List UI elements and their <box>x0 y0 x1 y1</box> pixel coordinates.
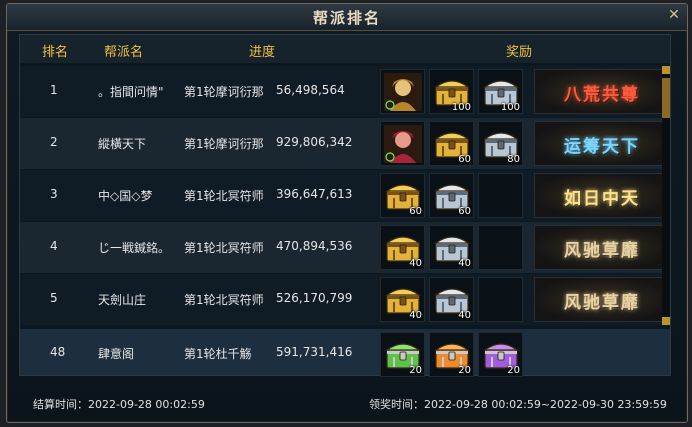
table-row[interactable]: 5 天劍山庄 第1轮北冥符师 526,170,799 40 40 风驰草靡 <box>20 274 662 325</box>
reward-quantity: 100 <box>451 102 471 113</box>
rank-cell: 3 <box>50 187 58 201</box>
claim-time: 领奖时间：2022-09-28 00:02:59~2022-09-30 23:5… <box>369 398 667 411</box>
reward-slot[interactable]: 80 <box>478 121 523 166</box>
scroll-down-icon[interactable] <box>662 317 670 325</box>
title-reward-banner[interactable]: 八荒共尊 <box>534 69 662 114</box>
score-cell: 929,806,342 <box>276 135 353 149</box>
reward-quantity: 20 <box>409 365 422 376</box>
reward-slot[interactable] <box>380 69 425 114</box>
score-cell: 396,647,613 <box>276 187 353 201</box>
title-reward-text: 运筹天下 <box>564 137 640 157</box>
score-cell: 526,170,799 <box>276 291 353 305</box>
scrollbar[interactable] <box>662 66 670 325</box>
score-cell: 591,731,416 <box>276 345 353 359</box>
table-row[interactable]: 1 。指間问情" 第1轮摩诃衍那 56,498,564 100 100 八荒共尊 <box>20 66 662 117</box>
rank-cell: 5 <box>50 291 58 305</box>
reward-slot[interactable]: 40 <box>429 277 474 322</box>
table-header: 排名 帮派名 进度 奖励 <box>20 35 670 63</box>
reward-slot[interactable]: 40 <box>380 277 425 322</box>
guild-name-cell: 。指間问情" <box>98 85 164 99</box>
reward-quantity: 40 <box>409 258 422 269</box>
rank-cell: 2 <box>50 135 58 149</box>
guild-name-cell: 中◇国◇梦 <box>98 189 153 203</box>
title-bar[interactable]: 帮派排名 ✕ <box>7 4 687 31</box>
settle-time: 结算时间：2022-09-28 00:02:59 <box>33 398 205 411</box>
title-reward-banner[interactable]: 如日中天 <box>534 173 662 218</box>
title-reward-banner[interactable]: 运筹天下 <box>534 121 662 166</box>
title-reward-text: 风驰草靡 <box>564 293 640 313</box>
ranking-panel: 排名 帮派名 进度 奖励 1 。指間问情" 第1轮摩诃衍那 56,498,564 100… <box>19 34 671 377</box>
reward-slot[interactable]: 60 <box>429 121 474 166</box>
rank-cell: 48 <box>50 345 66 359</box>
guild-name-cell: 肆意阁 <box>98 347 135 361</box>
stage-cell: 第1轮北冥符师 <box>184 241 264 255</box>
my-guild-row: 48 肆意阁 第1轮杜千觞 591,731,416 20 20 20 <box>20 329 670 377</box>
reward-slot[interactable]: 100 <box>429 69 474 114</box>
header-reward: 奖励 <box>506 45 533 60</box>
table-row[interactable]: 3 中◇国◇梦 第1轮北冥符师 396,647,613 60 60 如日中天 <box>20 170 662 221</box>
reward-slot[interactable]: 20 <box>429 332 474 377</box>
title-reward-banner[interactable]: 风驰草靡 <box>534 225 662 270</box>
reward-quantity: 60 <box>458 206 471 217</box>
stage-cell: 第1轮杜千觞 <box>184 347 252 361</box>
guild-name-cell: 天劍山庄 <box>98 293 147 307</box>
reward-quantity: 20 <box>507 365 520 376</box>
title-reward-banner[interactable]: 风驰草靡 <box>534 277 662 322</box>
header-progress: 进度 <box>249 45 276 60</box>
reward-quantity: 20 <box>458 365 471 376</box>
stage-cell: 第1轮摩诃衍那 <box>184 137 264 151</box>
score-cell: 470,894,536 <box>276 239 353 253</box>
ranking-list[interactable]: 1 。指間问情" 第1轮摩诃衍那 56,498,564 100 100 八荒共尊 2 縱橫天下第… <box>20 66 662 325</box>
title-reward-text: 八荒共尊 <box>564 85 640 105</box>
reward-slot[interactable]: 100 <box>478 69 523 114</box>
reward-quantity: 60 <box>409 206 422 217</box>
reward-quantity: 80 <box>507 154 520 165</box>
reward-slot <box>478 173 523 218</box>
reward-slot <box>478 225 523 270</box>
reward-slot[interactable]: 60 <box>429 173 474 218</box>
score-cell: 56,498,564 <box>276 83 345 97</box>
reward-slot[interactable]: 40 <box>380 225 425 270</box>
scroll-thumb[interactable] <box>662 78 670 118</box>
reward-quantity: 40 <box>458 258 471 269</box>
guild-ranking-window: 帮派排名 ✕ 排名 帮派名 进度 奖励 1 。指間问情" 第1轮摩诃衍那 56,498… <box>6 3 688 423</box>
reward-slot[interactable]: 60 <box>380 173 425 218</box>
reward-slot[interactable] <box>380 121 425 166</box>
stage-cell: 第1轮北冥符师 <box>184 189 264 203</box>
reward-slot[interactable]: 20 <box>380 332 425 377</box>
stage-cell: 第1轮北冥符师 <box>184 293 264 307</box>
rank-cell: 4 <box>50 239 58 253</box>
table-row[interactable]: 2 縱橫天下 第1轮摩诃衍那 929,806,342 60 80 运筹天下 <box>20 118 662 169</box>
title-reward-text: 如日中天 <box>564 189 640 209</box>
table-row[interactable]: 4 じ一戦鍼銘。 第1轮北冥符师 470,894,536 40 40 风驰草靡 <box>20 222 662 273</box>
reward-slot[interactable]: 20 <box>478 332 523 377</box>
stage-cell: 第1轮摩诃衍那 <box>184 85 264 99</box>
rank-cell: 1 <box>50 83 58 97</box>
window-title: 帮派排名 <box>312 9 381 27</box>
reward-quantity: 40 <box>458 310 471 321</box>
reward-slot <box>478 277 523 322</box>
reward-quantity: 100 <box>500 102 520 113</box>
title-reward-text: 风驰草靡 <box>564 241 640 261</box>
reward-slot[interactable]: 40 <box>429 225 474 270</box>
header-name: 帮派名 <box>104 45 144 60</box>
close-icon[interactable]: ✕ <box>667 8 681 22</box>
guild-name-cell: 縱橫天下 <box>98 137 147 151</box>
reward-quantity: 40 <box>409 310 422 321</box>
header-rank: 排名 <box>42 45 69 60</box>
guild-name-cell: じ一戦鍼銘。 <box>98 241 171 255</box>
reward-quantity: 60 <box>458 154 471 165</box>
scroll-up-icon[interactable] <box>662 66 670 74</box>
